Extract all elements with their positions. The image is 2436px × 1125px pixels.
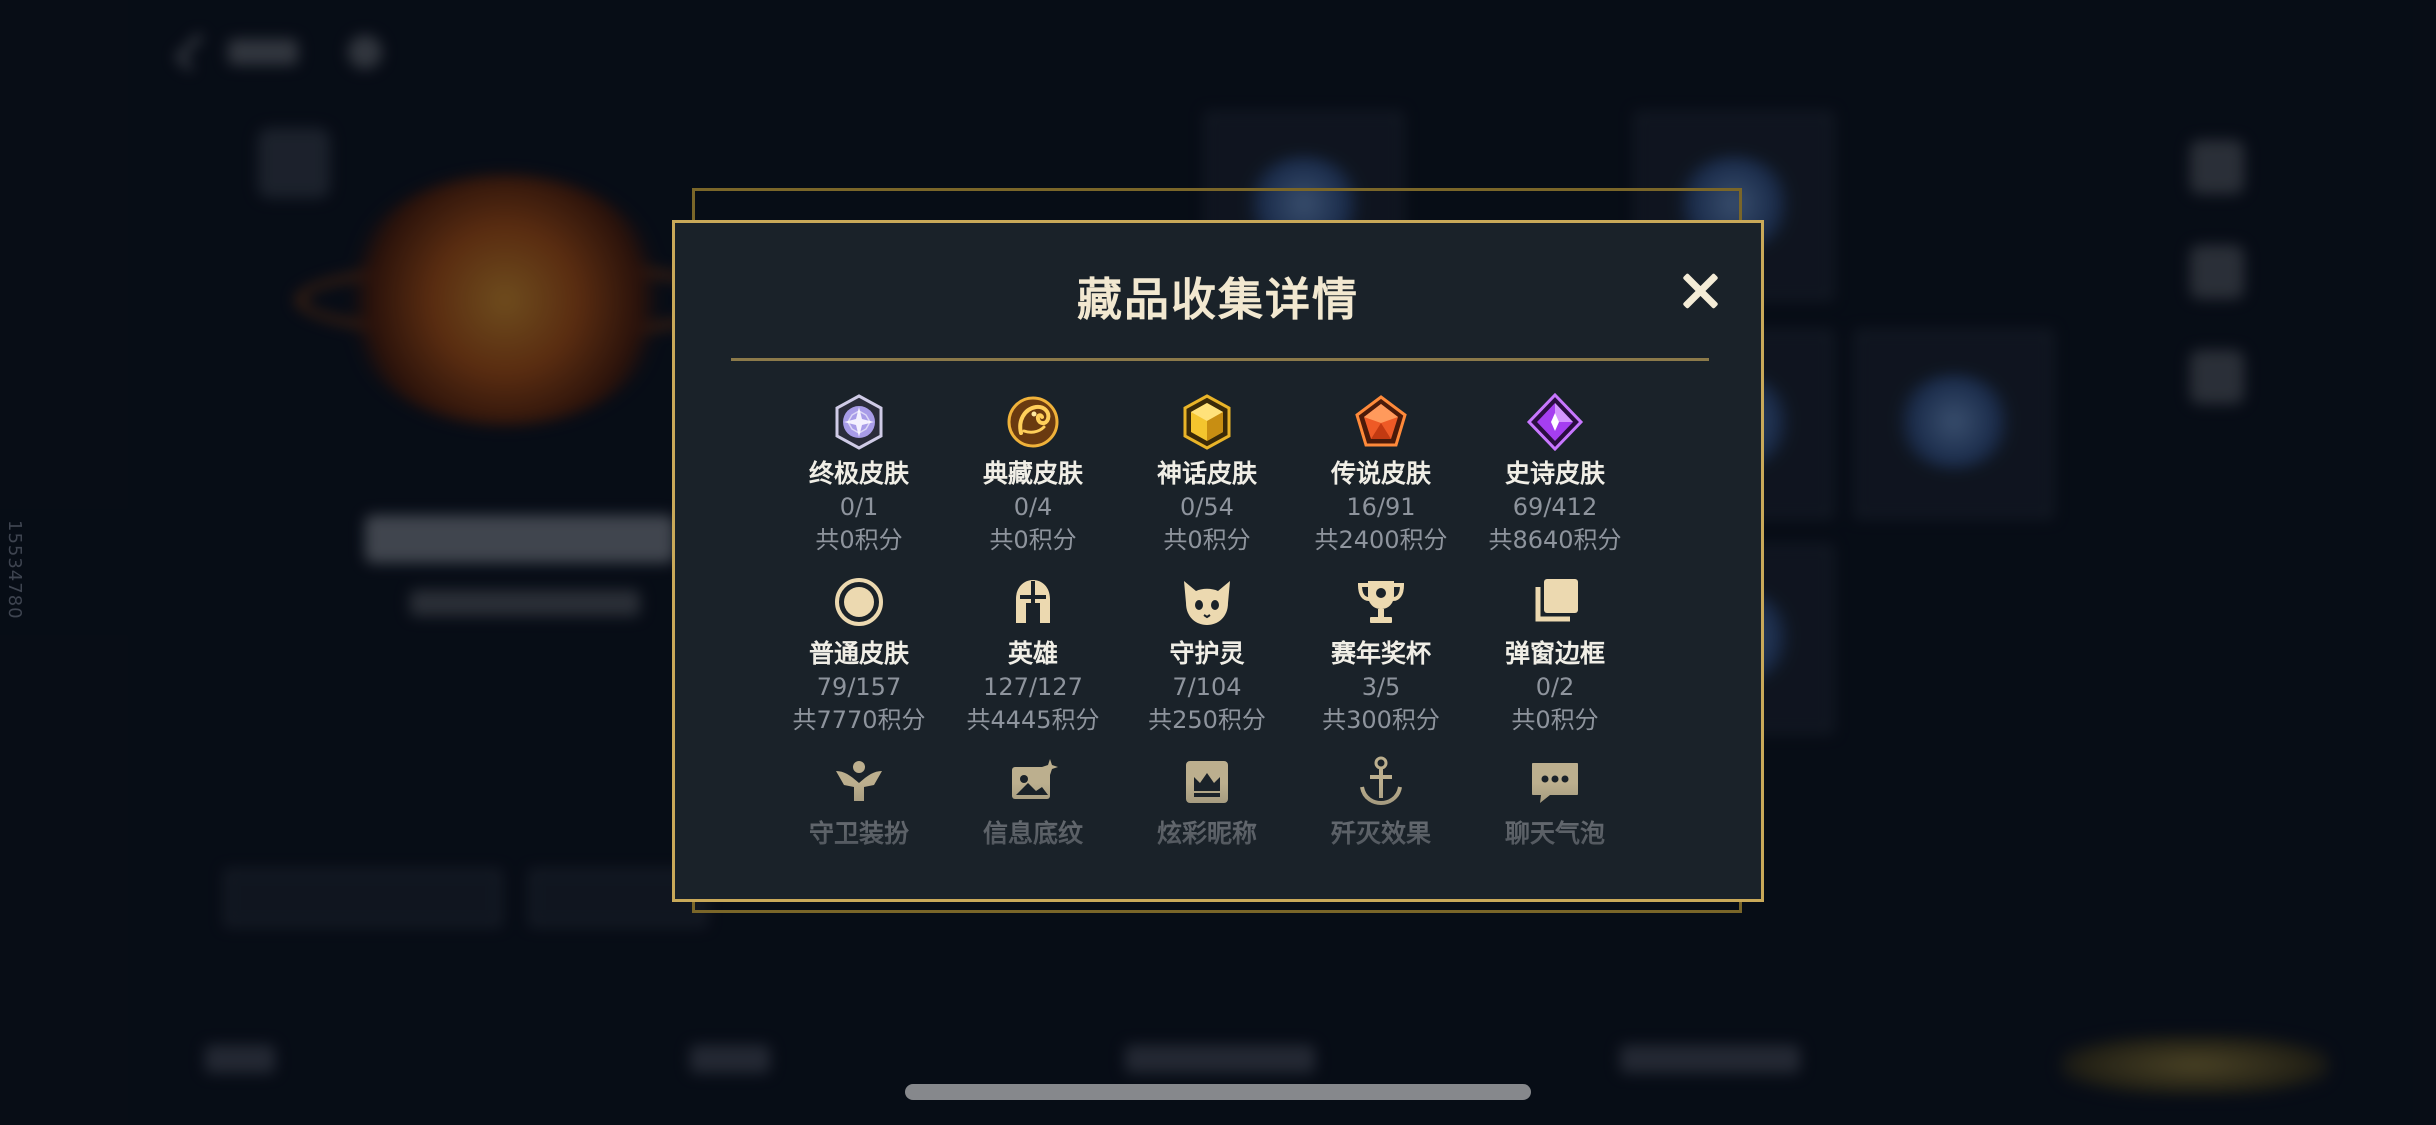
category-elimination-effect[interactable]: 歼灭效果 <box>1294 753 1468 849</box>
hero-helmet-icon <box>1016 580 1050 623</box>
category-count: 69/412 <box>1512 493 1598 521</box>
ultimate-skin-gem-icon <box>835 394 883 450</box>
legend-skin-gem-icon <box>1355 395 1407 447</box>
title-divider <box>731 358 1709 361</box>
category-trophy[interactable]: 赛年奖杯 3/5 共300积分 <box>1294 573 1468 736</box>
category-normal-skin[interactable]: 普通皮肤 79/157 共7770积分 <box>772 573 946 736</box>
category-name: 信息底纹 <box>982 819 1083 848</box>
info-card-icon <box>1012 759 1058 799</box>
category-name: 炫彩昵称 <box>1156 819 1257 848</box>
category-ultimate-skin[interactable]: 终极皮肤 0/1 共0积分 <box>772 393 946 556</box>
category-name: 传说皮肤 <box>1330 459 1431 488</box>
epic-skin-gem-icon <box>1526 393 1584 451</box>
category-score: 共0积分 <box>815 526 903 554</box>
modal-title: 藏品收集详情 <box>1076 273 1359 326</box>
category-nickname[interactable]: 炫彩昵称 <box>1120 753 1294 849</box>
category-score: 共4445积分 <box>966 706 1100 734</box>
category-count: 127/127 <box>983 673 1083 701</box>
category-name: 聊天气泡 <box>1504 819 1605 848</box>
mythic-skin-gem-icon <box>1183 394 1231 450</box>
background-vertical-id: 15534780 <box>4 520 25 620</box>
category-score: 共0积分 <box>1163 526 1251 554</box>
normal-skin-ring-icon <box>835 578 883 626</box>
category-hero[interactable]: 英雄 127/127 共4445积分 <box>946 573 1120 736</box>
category-legend-skin[interactable]: 传说皮肤 16/91 共2400积分 <box>1294 393 1468 556</box>
nickname-crown-icon <box>1186 761 1228 803</box>
category-popup-frame[interactable]: 弹窗边框 0/2 共0积分 <box>1468 573 1642 736</box>
category-epic-skin[interactable]: 史诗皮肤 69/412 共8640积分 <box>1468 393 1642 556</box>
category-name: 守护灵 <box>1169 639 1245 668</box>
category-count: 0/54 <box>1180 493 1234 521</box>
category-score: 共0积分 <box>989 526 1077 554</box>
category-score: 共250积分 <box>1148 706 1266 734</box>
guardian-spirit-icon <box>1184 581 1230 625</box>
category-score: 共7770积分 <box>792 706 926 734</box>
category-name: 普通皮肤 <box>808 639 909 668</box>
category-name: 典藏皮肤 <box>982 459 1083 488</box>
category-score: 共2400积分 <box>1314 526 1448 554</box>
category-name: 歼灭效果 <box>1330 819 1431 848</box>
category-mythic-skin[interactable]: 神话皮肤 0/54 共0积分 <box>1120 393 1294 556</box>
category-count: 3/5 <box>1361 673 1401 701</box>
category-count: 0/4 <box>1013 493 1053 521</box>
category-name: 终极皮肤 <box>808 459 909 488</box>
elimination-effect-icon <box>1360 756 1402 806</box>
category-count: 0/1 <box>839 493 879 521</box>
close-icon[interactable] <box>1675 267 1725 317</box>
category-name: 史诗皮肤 <box>1504 459 1605 488</box>
category-name: 英雄 <box>1007 639 1058 668</box>
category-chat-bubble[interactable]: 聊天气泡 <box>1468 753 1642 849</box>
popup-frame-icon <box>1535 579 1578 622</box>
category-info-card[interactable]: 信息底纹 <box>946 753 1120 849</box>
category-collection-skin[interactable]: 典藏皮肤 0/4 共0积分 <box>946 393 1120 556</box>
category-count: 7/104 <box>1172 673 1242 701</box>
home-indicator[interactable] <box>905 1084 1531 1100</box>
category-guardian-spirit[interactable]: 守护灵 7/104 共250积分 <box>1120 573 1294 736</box>
category-name: 弹窗边框 <box>1504 639 1605 668</box>
collection-details-modal: 藏品收集详情 终极皮肤 0/1 共0积分 典藏皮肤 0/4 共0积分 神话皮肤 … <box>672 220 1764 902</box>
category-name: 神话皮肤 <box>1156 459 1257 488</box>
category-guard-outfit[interactable]: 守卫装扮 <box>772 753 946 849</box>
category-count: 0/2 <box>1535 673 1575 701</box>
category-score: 共0积分 <box>1511 706 1599 734</box>
category-name: 赛年奖杯 <box>1330 639 1431 668</box>
category-count: 79/157 <box>816 673 902 701</box>
category-count: 16/91 <box>1346 493 1416 521</box>
category-score: 共300积分 <box>1322 706 1440 734</box>
category-name: 守卫装扮 <box>808 819 909 848</box>
guard-outfit-icon <box>836 761 882 801</box>
collection-skin-dragon-icon <box>1007 396 1059 448</box>
category-score: 共8640积分 <box>1488 526 1622 554</box>
trophy-icon <box>1357 581 1405 623</box>
chat-bubble-icon <box>1532 763 1578 803</box>
